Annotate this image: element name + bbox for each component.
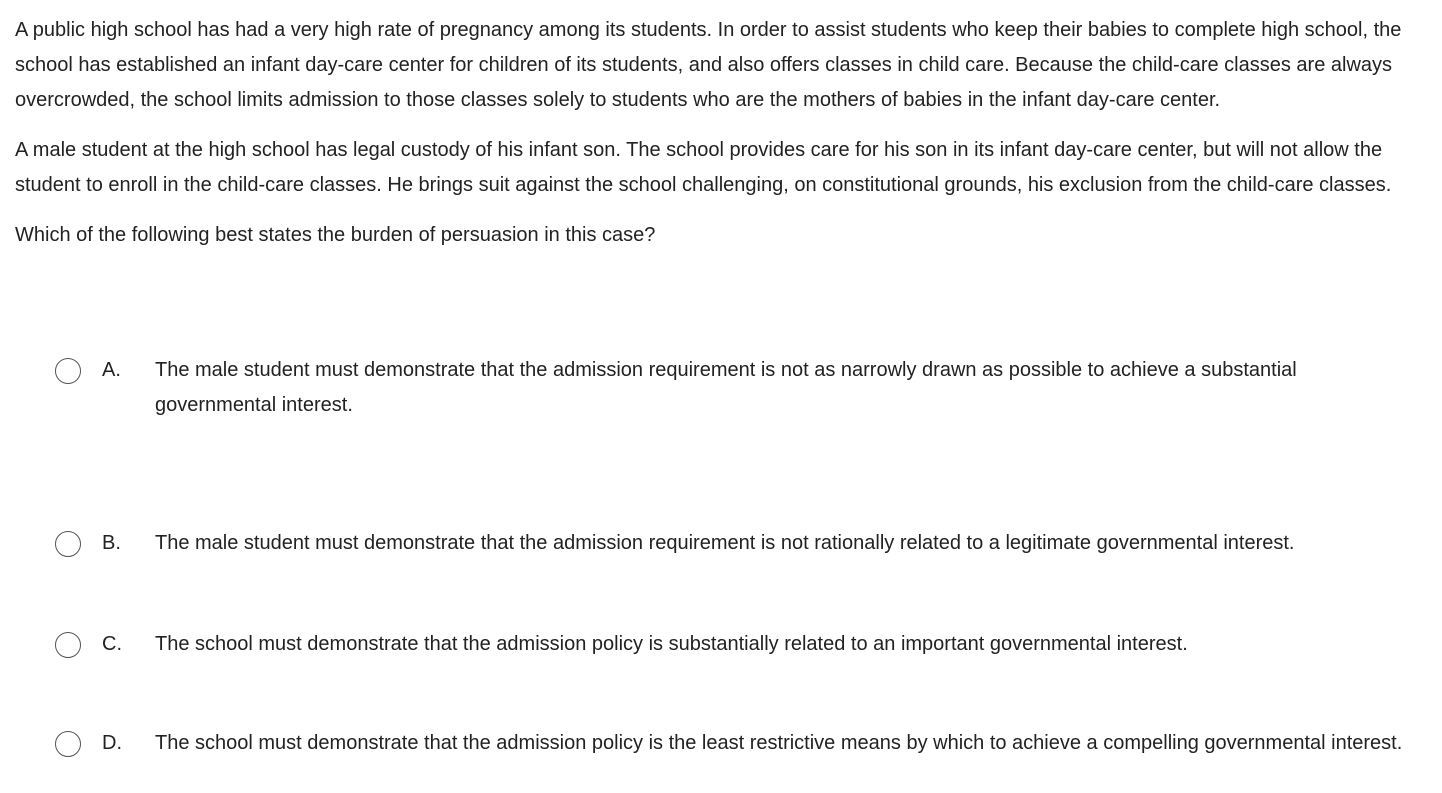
option-text-b: The male student must demonstrate that t… (155, 532, 1295, 554)
radio-button-a[interactable] (55, 358, 81, 384)
answer-option-c[interactable]: C. The school must demonstrate that the … (0, 624, 1442, 674)
answer-option-d[interactable]: D. The school must demonstrate that the … (0, 723, 1442, 793)
option-letter-a: A. (102, 359, 121, 381)
question-stem-paragraph-1: A public high school has had a very high… (15, 19, 1402, 111)
answer-options: A. The male student must demonstrate tha… (0, 350, 1442, 757)
radio-button-d[interactable] (55, 731, 81, 757)
option-text-d: The school must demonstrate that the adm… (155, 732, 1403, 754)
question-prompt: Which of the following best states the b… (15, 224, 656, 246)
option-letter-d: D. (102, 732, 122, 754)
option-letter-b: B. (102, 532, 121, 554)
radio-button-b[interactable] (55, 531, 81, 557)
question-stem-paragraph-2: A male student at the high school has le… (15, 139, 1392, 196)
option-letter-c: C. (102, 633, 122, 655)
answer-option-a[interactable]: A. The male student must demonstrate tha… (0, 350, 1442, 435)
radio-button-c[interactable] (55, 632, 81, 658)
option-text-c: The school must demonstrate that the adm… (155, 633, 1188, 655)
option-text-a: The male student must demonstrate that t… (155, 359, 1297, 416)
answer-option-b[interactable]: B. The male student must demonstrate tha… (0, 523, 1442, 573)
question-page: A public high school has had a very high… (0, 0, 1442, 757)
